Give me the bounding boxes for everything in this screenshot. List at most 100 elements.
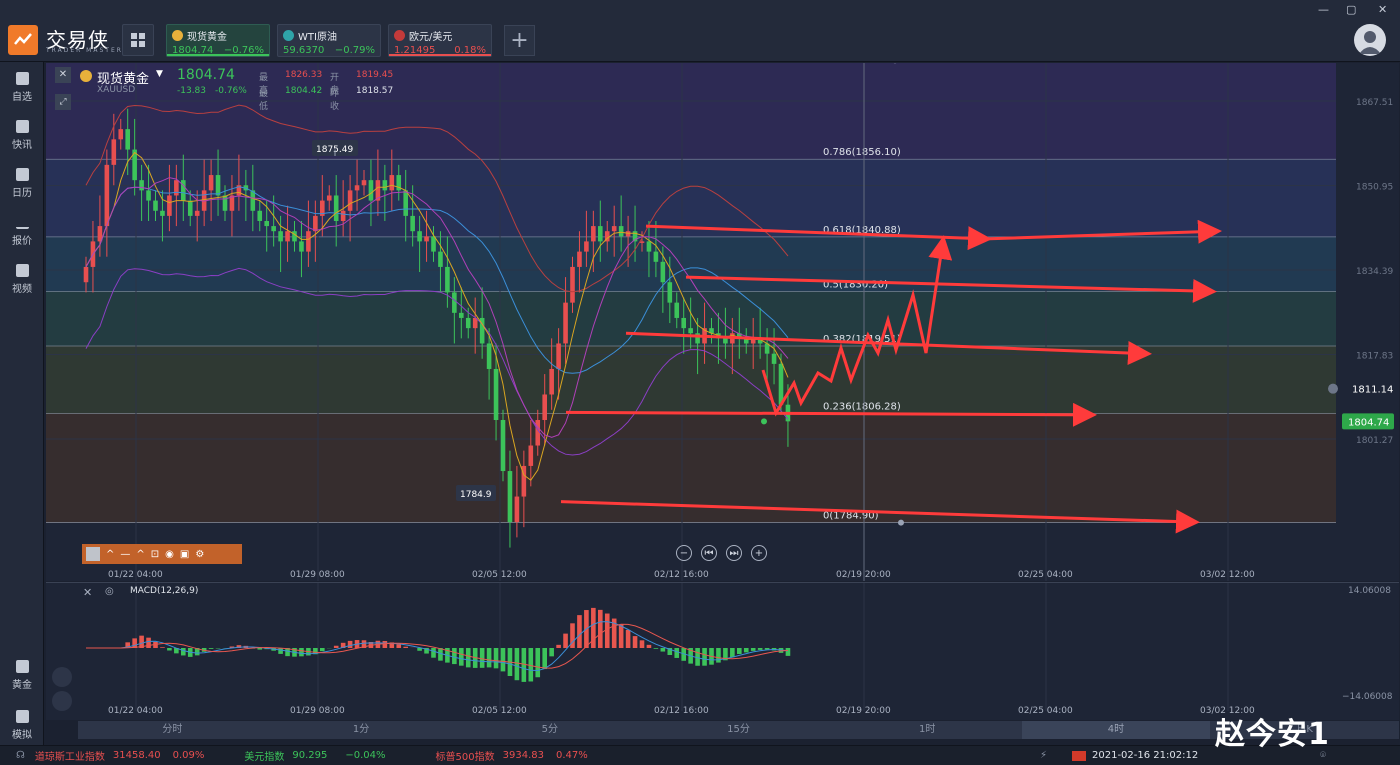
macd-histogram-bar xyxy=(452,648,457,665)
x-tick-label: 01/29 08:00 xyxy=(290,570,345,580)
zoom-out-button[interactable]: − xyxy=(676,545,692,561)
period-tab[interactable]: 5分 xyxy=(455,721,644,739)
y-tick-label: 1867.51 xyxy=(1356,98,1393,108)
period-tab[interactable]: 分时 xyxy=(78,721,267,739)
chevron-up-icon[interactable]: ^ xyxy=(106,549,114,560)
ticker-name[interactable]: 道琼斯工业指数 xyxy=(35,748,105,763)
us-flag-icon xyxy=(394,30,405,41)
macd-histogram-bar xyxy=(278,648,283,654)
ticker-name[interactable]: 美元指数 xyxy=(244,748,284,763)
candle-body xyxy=(542,394,547,421)
candle-body xyxy=(660,261,666,283)
candle-body xyxy=(667,282,673,303)
trash-icon[interactable]: ▣ xyxy=(180,549,189,560)
candle-body xyxy=(354,185,360,191)
gear-icon[interactable]: ⚙ xyxy=(195,549,204,560)
last-price-dot xyxy=(761,418,767,425)
macd-y-tick: −14.06008 xyxy=(1342,692,1393,702)
expand-button[interactable]: ⤢ xyxy=(55,94,71,110)
zoom-in-button[interactable]: + xyxy=(751,545,767,561)
period-tab-selected[interactable]: 4时 xyxy=(1021,721,1211,739)
macd-histogram-bar xyxy=(604,613,610,648)
network-icon[interactable]: ⚡ xyxy=(1040,750,1047,761)
app-logo[interactable] xyxy=(8,25,38,55)
macd-histogram-bar xyxy=(653,648,659,649)
gold-icon xyxy=(80,70,92,82)
tab-gold[interactable]: 现货黄金 1804.74 −0.76% xyxy=(166,24,270,57)
period-tab[interactable]: 1时 xyxy=(833,721,1022,739)
candle-body xyxy=(174,180,179,196)
indicator-icon[interactable] xyxy=(52,667,72,687)
unlock-icon[interactable]: ⊡ xyxy=(151,549,159,560)
sidebar-item-gold[interactable]: 黄金 xyxy=(0,660,44,691)
drawing-toolbar: ^ — ^ ⊡ ◉ ▣ ⚙ xyxy=(82,544,242,564)
macd-panel[interactable]: 01/22 04:00 01/29 08:00 02/05 12:00 02/12 1… xyxy=(46,582,1399,720)
price-chart[interactable]: 1(1875.49)0.786(1856.10)0.618(1840.88)0.… xyxy=(46,63,1399,581)
period-tab[interactable]: 1分 xyxy=(267,721,456,739)
macd-line xyxy=(86,623,789,669)
tab-oil[interactable]: WTI原油 59.6370 −0.79% xyxy=(277,24,381,57)
status-bar: ☊ 道琼斯工业指数 31458.40 0.09% 美元指数 90.295 −0.… xyxy=(0,745,1400,765)
candle-body xyxy=(424,236,429,242)
user-avatar[interactable] xyxy=(1354,24,1386,56)
candle-body xyxy=(257,210,263,221)
add-tab-button[interactable]: + xyxy=(504,25,535,56)
sidebar-item-watchlist[interactable]: 自选 xyxy=(0,72,44,103)
grid-menu-button[interactable] xyxy=(122,24,154,56)
candle-body xyxy=(445,266,450,293)
minimize-button[interactable]: — xyxy=(1318,3,1329,16)
macd-histogram-bar xyxy=(347,640,353,648)
period-tab[interactable]: 15分 xyxy=(644,721,833,739)
sidebar-item-demo[interactable]: 模拟 xyxy=(0,710,44,741)
tab-eurusd-name: 欧元/美元 xyxy=(409,32,453,43)
macd-histogram-bar xyxy=(486,648,492,668)
line-style-icon[interactable]: — xyxy=(120,549,130,560)
sidebar-item-news[interactable]: 快讯 xyxy=(0,120,44,151)
sidebar-label: 黄金 xyxy=(12,680,32,691)
candle-body xyxy=(681,317,686,329)
tab-eurusd[interactable]: 欧元/美元 1.21495 0.18% xyxy=(388,24,492,57)
macd-line xyxy=(86,621,789,672)
eye-icon[interactable]: ◉ xyxy=(165,549,174,560)
close-chart-button[interactable]: ✕ xyxy=(55,67,71,83)
sidebar-label: 日历 xyxy=(12,188,32,199)
candle-body xyxy=(146,190,151,201)
user-icon xyxy=(1359,31,1381,54)
skip-back-button[interactable]: ⏮ xyxy=(701,545,717,561)
pen-icon[interactable] xyxy=(52,691,72,711)
chevron-up-icon[interactable]: ^ xyxy=(136,549,144,560)
settings-icon[interactable]: ◎ xyxy=(105,586,114,597)
skip-forward-button[interactable]: ⏭ xyxy=(726,545,742,561)
candle-body xyxy=(340,210,346,221)
macd-histogram-bar xyxy=(382,640,388,648)
maximize-button[interactable]: ▢ xyxy=(1346,3,1356,16)
ticker-value: 3934.83 xyxy=(502,750,544,761)
macd-histogram-bar xyxy=(549,648,554,657)
candle-body xyxy=(507,471,513,523)
x-tick-label: 02/25 04:00 xyxy=(1018,570,1073,580)
candle-body xyxy=(431,236,436,252)
close-indicator-button[interactable]: ✕ xyxy=(83,586,92,599)
headset-icon[interactable]: ☊ xyxy=(16,750,25,761)
macd-label: MACD(12,26,9) xyxy=(130,586,199,596)
sidebar-item-calendar[interactable]: 日历 xyxy=(0,168,44,199)
close-window-button[interactable]: ✕ xyxy=(1378,3,1387,16)
sidebar-item-video[interactable]: 视频 xyxy=(0,264,44,295)
candle-body xyxy=(187,200,193,216)
high-value: 1826.33 xyxy=(285,70,323,80)
china-flag-icon xyxy=(1072,751,1086,761)
macd-x-tick: 01/22 04:00 xyxy=(108,706,163,716)
color-swatch[interactable] xyxy=(86,547,100,561)
macd-histogram-bar xyxy=(181,648,186,656)
macd-histogram-bar xyxy=(465,648,471,668)
fib-band xyxy=(46,236,1336,292)
sidebar-item-quotes[interactable]: 报价 xyxy=(0,216,44,247)
ticker-name[interactable]: 标普500指数 xyxy=(436,748,495,763)
macd-chart: 01/22 04:00 01/29 08:00 02/05 12:00 02/12 1… xyxy=(86,583,1393,716)
candle-body xyxy=(577,251,582,267)
chevron-down-icon[interactable]: ▼ xyxy=(156,69,163,79)
candlestick-chart[interactable]: 1(1875.49)0.786(1856.10)0.618(1840.88)0.… xyxy=(46,63,1399,581)
macd-x-tick: 02/05 12:00 xyxy=(472,706,527,716)
candle-body xyxy=(278,231,283,242)
wave-icon[interactable] xyxy=(52,715,72,719)
